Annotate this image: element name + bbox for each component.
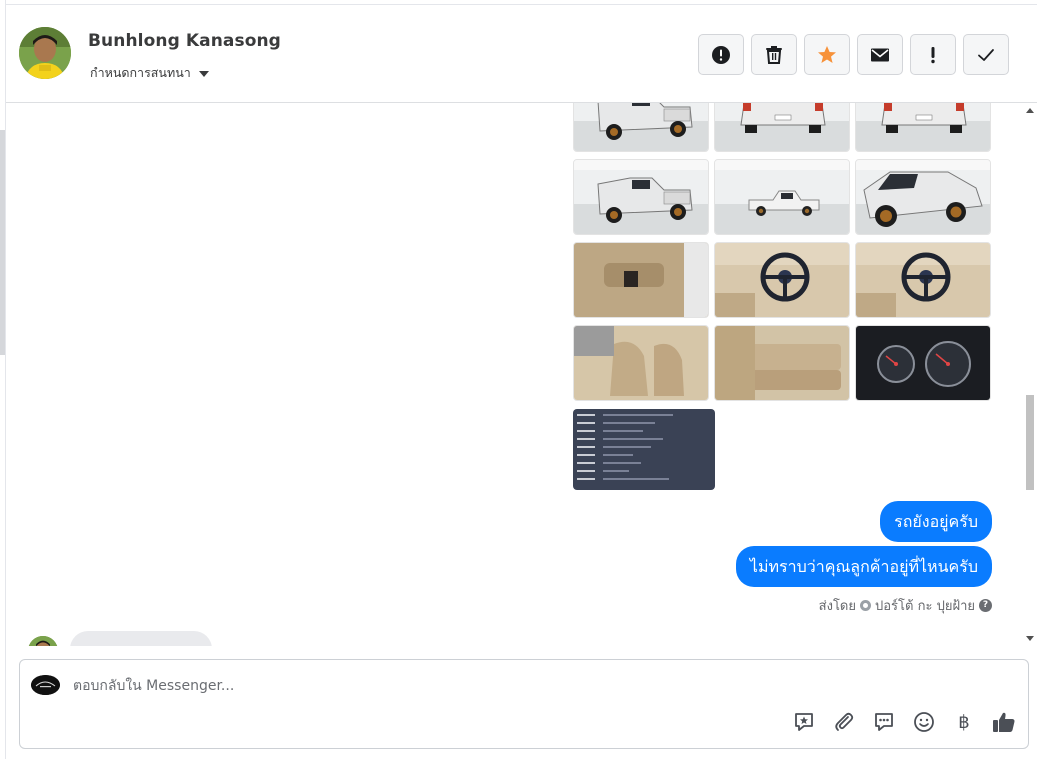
attach-button[interactable] [832, 710, 856, 734]
sent-by-name[interactable]: ปอร์โต้ กะ ปุยฝ้าย [875, 595, 975, 616]
mark-done-button[interactable] [963, 34, 1009, 75]
assign-conversation-label: กำหนดการสนทนา [90, 65, 191, 80]
trash-icon [766, 46, 782, 64]
exclamation-icon [931, 46, 935, 63]
page-badge-icon [860, 600, 871, 611]
emoji-button[interactable] [912, 710, 936, 734]
left-panel-scrollbar[interactable] [0, 130, 5, 355]
message-thread: รถยังอยู่ครับ ไม่ทราบว่าคุณลูกค้าอยู่ที่… [6, 103, 1037, 646]
contact-name[interactable]: Bunhlong Kanasong [88, 31, 281, 51]
follow-up-button[interactable] [910, 34, 956, 75]
caret-down-icon [198, 71, 209, 77]
star-icon [818, 45, 836, 63]
saved-reply-button[interactable] [792, 710, 816, 734]
scroll-down-arrow-icon[interactable] [1026, 636, 1034, 641]
mark-unread-button[interactable] [857, 34, 903, 75]
incoming-avatar[interactable] [28, 636, 58, 646]
chat-icon [875, 713, 893, 731]
like-button[interactable] [992, 710, 1016, 734]
payment-button[interactable]: ฿ [952, 710, 976, 734]
car-photo-gauge-cluster[interactable] [855, 325, 991, 401]
assign-conversation-dropdown[interactable]: กำหนดการสนทนา [90, 63, 209, 83]
outgoing-message[interactable]: ไม่ทราบว่าคุณลูกค้าอยู่ที่ไหนครับ [735, 546, 992, 587]
car-photo-steering-wheel[interactable] [855, 242, 991, 318]
car-photo-truck-rear-angle[interactable] [573, 159, 709, 235]
check-icon [978, 48, 994, 61]
emoji-icon [914, 712, 934, 732]
star-button[interactable] [804, 34, 850, 75]
car-photo-rear-seat[interactable] [714, 325, 850, 401]
page-logo [31, 675, 60, 695]
scroll-up-arrow-icon[interactable] [1026, 108, 1034, 113]
scroll-thumb[interactable] [1026, 395, 1034, 490]
header-actions [698, 34, 1009, 75]
thumbs-up-icon [993, 712, 1015, 732]
help-icon[interactable]: ? [979, 599, 992, 612]
car-photo-steering-wheel[interactable] [714, 242, 850, 318]
car-photo-truck-rear-angle[interactable] [573, 103, 709, 152]
delete-button[interactable] [751, 34, 797, 75]
quick-reply-button[interactable] [872, 710, 896, 734]
outgoing-message[interactable]: รถยังอยู่ครับ [880, 501, 992, 542]
incoming-message[interactable] [70, 631, 212, 646]
saved-reply-icon [795, 713, 813, 731]
contact-avatar[interactable] [19, 27, 71, 79]
envelope-icon [871, 48, 889, 61]
car-photo-truck-rear[interactable] [714, 103, 850, 152]
alert-circle-icon [712, 45, 730, 64]
car-photo-truck-front-angle[interactable] [855, 159, 991, 235]
attachment-icon [835, 712, 854, 731]
thread-scrollbar[interactable] [1023, 103, 1037, 646]
composer-tools: ฿ [792, 710, 1016, 734]
car-photo-truck-side[interactable] [714, 159, 850, 235]
sent-by-line: ส่งโดย ปอร์โต้ กะ ปุยฝ้าย ? [819, 595, 992, 616]
reply-input[interactable] [73, 673, 773, 699]
car-photo-door-panel[interactable] [573, 242, 709, 318]
car-photo-front-seats[interactable] [573, 325, 709, 401]
sent-by-prefix: ส่งโดย [818, 599, 856, 614]
reply-composer: ฿ [19, 659, 1029, 749]
baht-icon: ฿ [958, 711, 970, 733]
spec-sheet-image[interactable] [573, 409, 715, 490]
conversation-header: Bunhlong Kanasong กำหนดการสนทนา [6, 4, 1037, 103]
car-photo-truck-rear[interactable] [855, 103, 991, 152]
mark-spam-button[interactable] [698, 34, 744, 75]
inbox-conversation-view: Bunhlong Kanasong กำหนดการสนทนา รถยังอยู… [0, 0, 1037, 759]
